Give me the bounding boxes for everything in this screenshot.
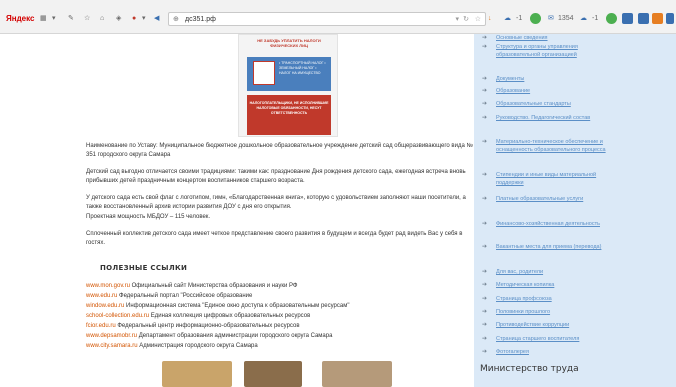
extension-orange-icon[interactable]: [652, 13, 663, 24]
grid-icon[interactable]: ▦: [40, 14, 47, 24]
arrow-icon: ➔: [482, 88, 488, 94]
arrow-icon: ➔: [482, 115, 488, 121]
badge-a: -1: [516, 15, 523, 22]
poster-header: НЕ ЗАБУДЬ УПЛАТИТЬ НАЛОГИ ФИЗИЧЕСКИХ ЛИЦ: [257, 38, 321, 48]
chevron-down-icon[interactable]: ▾: [52, 14, 56, 24]
home-icon[interactable]: ⌂: [100, 14, 104, 24]
sidebar-item[interactable]: ➔ Для вас, родители: [482, 268, 662, 276]
sidebar-item[interactable]: ➔ Финансово-хозяйственная деятельность: [482, 220, 622, 228]
sidebar-item[interactable]: ➔ Платные образовательные услуги: [482, 195, 622, 203]
paragraph-traditions: Детский сад выгодно отличается своими тр…: [86, 169, 466, 184]
arrow-icon: ➔: [482, 309, 488, 315]
photo-thumbnail[interactable]: [162, 361, 232, 387]
address-bar[interactable]: ⊕ дс351.рф ▾ ↻ ☆: [168, 12, 486, 26]
link-row[interactable]: window.edu.ru Информационная система "Ед…: [86, 302, 349, 310]
arrow-icon: ➔: [482, 349, 488, 355]
sidebar-item[interactable]: ➔ Образовательные стандарты: [482, 100, 622, 108]
reload-icon[interactable]: ↻: [463, 15, 469, 23]
arrow-icon: ➔: [482, 336, 488, 342]
dropdown-icon[interactable]: ▾: [142, 14, 146, 24]
extension-blue-icon[interactable]: [622, 13, 633, 24]
sidebar: ➔ Основные сведения ➔ Структура и органы у…: [474, 34, 676, 387]
arrow-icon: ➔: [482, 101, 488, 107]
paragraph-capacity: Проектная мощность МБДОУ – 115 человек.: [86, 214, 211, 220]
shield-icon[interactable]: ◈: [116, 14, 121, 24]
paragraph-name: Наименование по Уставу: Муниципальное бю…: [86, 143, 473, 158]
link-row[interactable]: www.mon.gov.ru Официальный сайт Министер…: [86, 282, 297, 290]
poster-items: • ТРАНСПОРТНЫЙ НАЛОГ • ЗЕМЕЛЬНЫЙ НАЛОГ •…: [279, 61, 326, 75]
link-row[interactable]: www.edu.ru Федеральный портал "Российско…: [86, 292, 252, 300]
paragraph-flag: У детского сада есть свой флаг с логотип…: [86, 195, 466, 210]
link-row[interactable]: fcior.edu.ru Федеральный центр информаци…: [86, 322, 300, 330]
paragraph-team: Сплоченный коллектив детского сада имеет…: [86, 231, 463, 246]
sidebar-item[interactable]: ➔ Стипендии и иные виды материальной подд…: [482, 171, 622, 187]
useful-links-heading: ПОЛЕЗНЫЕ ССЫЛКИ: [100, 264, 188, 272]
arrow-icon: ➔: [482, 76, 488, 82]
sidebar-item[interactable]: ➔ Документы: [482, 75, 622, 83]
mail-count[interactable]: 1354: [558, 14, 574, 24]
link-row[interactable]: school-collection.edu.ru Единая коллекци…: [86, 312, 310, 320]
dropdown-arrow-icon[interactable]: ▾: [455, 15, 459, 23]
site-icon: ⊕: [173, 16, 179, 23]
address-text[interactable]: дс351.рф: [185, 15, 216, 24]
arrow-icon: ➔: [482, 196, 488, 202]
extension-edge-icon[interactable]: [666, 13, 674, 24]
star-icon[interactable]: ☆: [84, 14, 90, 24]
sidebar-item[interactable]: ➔ Образование: [482, 87, 622, 95]
yandex-logo[interactable]: Яндекс: [6, 14, 34, 24]
extension-green-icon[interactable]: [530, 13, 541, 24]
arrow-icon: ➔: [482, 244, 488, 250]
sidebar-section-title: Министерство труда: [480, 364, 579, 374]
pin-icon[interactable]: ✎: [68, 14, 74, 24]
extension-blue-2-icon[interactable]: [638, 13, 649, 24]
bookmark-icon[interactable]: ☆: [475, 15, 481, 23]
sidebar-item[interactable]: ➔ Вакантные места для приема (перевода): [482, 243, 622, 251]
sidebar-item[interactable]: ➔ Страница профсоюза: [482, 295, 662, 303]
sidebar-item[interactable]: ➔ Структура и органы управления образоват…: [482, 43, 622, 59]
sidebar-item[interactable]: ➔ Противодействие коррупции: [482, 321, 662, 329]
arrow-icon: ➔: [482, 221, 488, 227]
link-row[interactable]: www.depsamobr.ru Департамент образования…: [86, 332, 332, 340]
sidebar-item[interactable]: ➔ Руководство. Педагогический состав: [482, 114, 622, 122]
mail-icon[interactable]: ✉: [548, 14, 554, 24]
back-icon[interactable]: ◀: [154, 14, 159, 24]
extension-green-2-icon[interactable]: [606, 13, 617, 24]
main-content: НЕ ЗАБУДЬ УПЛАТИТЬ НАЛОГИ ФИЗИЧЕСКИХ ЛИЦ…: [86, 34, 474, 387]
photo-thumbnail[interactable]: [322, 361, 392, 387]
arrow-icon: ➔: [482, 282, 488, 288]
sidebar-item[interactable]: ➔ Основные сведения: [482, 34, 622, 42]
arrow-icon: ➔: [482, 296, 488, 302]
link-row[interactable]: www.city.samara.ru Администрация городск…: [86, 342, 258, 350]
sidebar-item[interactable]: ➔ Половинки прошлого: [482, 308, 662, 316]
weather-icon[interactable]: ☁: [580, 14, 587, 24]
arrow-icon: ➔: [482, 35, 488, 41]
sidebar-item[interactable]: ➔ Страница старшего воспитателя: [482, 335, 662, 343]
arrow-icon: ➔: [482, 139, 488, 145]
arrow-icon: ➔: [482, 269, 488, 275]
calendar-icon: [253, 61, 275, 85]
arrow-icon: ➔: [482, 322, 488, 328]
adblock-icon[interactable]: ●: [132, 14, 136, 24]
sidebar-item[interactable]: ➔ Методическая копилка: [482, 281, 662, 289]
download-icon[interactable]: ↓: [488, 14, 492, 24]
arrow-icon: ➔: [482, 172, 488, 178]
photo-thumbnail[interactable]: [244, 361, 302, 387]
tax-poster: НЕ ЗАБУДЬ УПЛАТИТЬ НАЛОГИ ФИЗИЧЕСКИХ ЛИЦ…: [238, 34, 338, 137]
badge-b: -1: [592, 15, 599, 22]
sidebar-item[interactable]: ➔ Материально-техническое обеспечение и о…: [482, 138, 622, 154]
browser-toolbar: Яндекс ▦ ▾ ✎ ☆ ⌂ ◈ ● ▾ ◀ ⊕ дс351.рф ▾ ↻ …: [0, 0, 676, 34]
arrow-icon: ➔: [482, 44, 488, 50]
cloud-icon[interactable]: ☁: [504, 14, 511, 24]
poster-footer: НАЛОГОПЛАТЕЛЬЩИКИ, НЕ ИСПОЛНИВШИЕ НАЛОГО…: [249, 101, 329, 115]
sidebar-item[interactable]: ➔ Фотогалерея: [482, 348, 662, 356]
